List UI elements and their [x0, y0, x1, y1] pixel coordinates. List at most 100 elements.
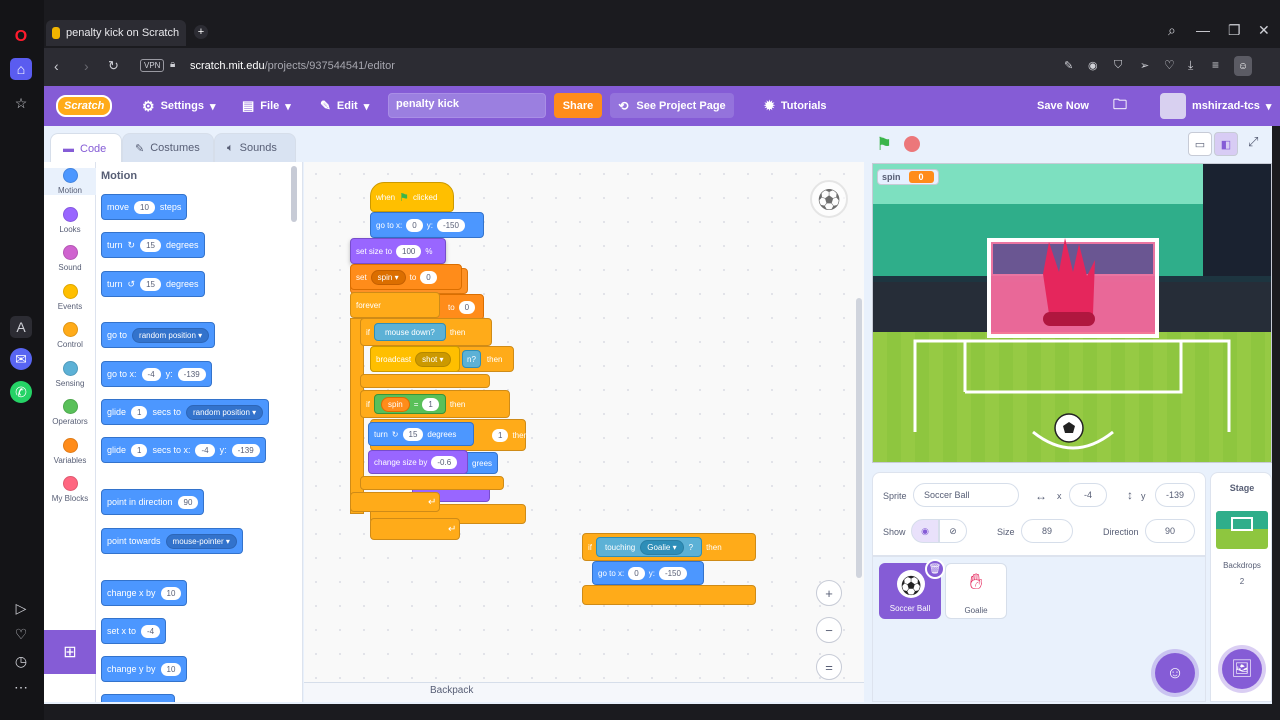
x-input[interactable]: -4	[1069, 483, 1107, 507]
change-y-input[interactable]: 10	[160, 662, 182, 676]
block-turn-right-main[interactable]: turn ↻ 15 degrees	[368, 422, 474, 446]
set-var-input[interactable]: 0	[420, 270, 437, 284]
heart-icon[interactable]: ♡	[10, 623, 32, 645]
block-glide-xy[interactable]: glide 1 secs to x: -4 y: -139	[101, 437, 266, 463]
backpack-bar[interactable]: Backpack	[304, 682, 864, 702]
variable-dropdown[interactable]: spin ▾	[370, 269, 406, 285]
close-window-icon[interactable]: ✕	[1258, 22, 1270, 39]
category-operators[interactable]: Operators	[44, 399, 96, 426]
stage-canvas[interactable]: spin 0	[872, 163, 1272, 463]
aria-icon[interactable]: A	[10, 316, 32, 338]
file-menu[interactable]: ▤ File ▾	[242, 86, 291, 126]
variable-monitor[interactable]: spin 0	[877, 169, 939, 185]
reload-icon[interactable]: ↻	[108, 58, 119, 74]
block-move[interactable]: move 10 steps	[101, 194, 188, 220]
url-field[interactable]: scratch.mit.edu/projects/937544541/edito…	[190, 60, 395, 72]
scratch-logo[interactable]: Scratch	[56, 86, 113, 126]
block-glide-to[interactable]: glide 1 secs to random position ▾	[101, 399, 270, 425]
restore-icon[interactable]: ❐	[1228, 22, 1241, 39]
block-if-touching[interactable]: if touching Goalie ▾? then	[582, 533, 756, 561]
category-my-blocks[interactable]: My Blocks	[44, 476, 96, 503]
choose-backdrop-button[interactable]: 🖼︎	[1222, 649, 1262, 689]
small-stage-icon[interactable]: ▭	[1188, 132, 1212, 156]
zoom-out-button[interactable]: −	[816, 617, 842, 643]
messenger-icon[interactable]: ✉	[10, 348, 32, 370]
opera-logo-icon[interactable]: O	[10, 26, 32, 48]
camera-icon[interactable]: ◉	[1088, 59, 1098, 72]
go-to-x-input[interactable]: -4	[141, 367, 161, 381]
palette-scrollbar[interactable]	[291, 166, 297, 222]
green-flag-icon[interactable]: ⚑	[876, 134, 892, 155]
choose-sprite-button[interactable]: ☺	[1155, 653, 1195, 693]
block-when-flag-clicked[interactable]: when ⚑ clicked	[370, 182, 454, 212]
direction-input[interactable]: 90	[1145, 519, 1195, 543]
main-goto-x-input[interactable]: 0	[406, 218, 423, 232]
lock-icon[interactable]: 🔒︎	[170, 59, 175, 70]
move-steps-input[interactable]: 10	[134, 200, 155, 214]
block-set-variable[interactable]: set spin ▾ to 0	[350, 264, 462, 290]
category-control[interactable]: Control	[44, 322, 96, 349]
save-now-button[interactable]: Save Now	[1037, 86, 1089, 126]
block-set-y-partial[interactable]	[101, 694, 175, 702]
tab-sounds[interactable]: 🔈︎ Sounds	[214, 133, 296, 163]
sprite-name-input[interactable]: Soccer Ball	[913, 483, 1019, 507]
block-turn-right[interactable]: turn ↻ 15 degrees	[101, 232, 205, 258]
code-workspace[interactable]: to 0 n? then 1 then grees ↵ when ⚑ clicked go…	[304, 162, 864, 702]
vpn-badge[interactable]: VPN	[140, 59, 165, 72]
category-motion[interactable]: Motion	[44, 168, 96, 195]
block-go-to-xy-main[interactable]: go to x: 0 y: -150	[370, 212, 484, 238]
category-sound[interactable]: Sound	[44, 245, 96, 272]
point-towards-dropdown[interactable]: mouse-pointer ▾	[165, 533, 237, 549]
forward-icon[interactable]: ›	[84, 58, 89, 74]
y-input[interactable]: -139	[1155, 483, 1195, 507]
share-button[interactable]: Share	[554, 93, 602, 118]
turn-right-input[interactable]: 15	[140, 238, 161, 252]
minimize-icon[interactable]: —	[1196, 22, 1210, 38]
block-turn-left[interactable]: turn ↺ 15 degrees	[101, 271, 205, 297]
block-broadcast[interactable]: broadcast shot ▾	[370, 346, 460, 372]
menu-icon[interactable]: ≡	[1212, 58, 1219, 72]
stop-icon[interactable]	[904, 136, 920, 152]
download-icon[interactable]: ⤓	[1188, 58, 1193, 73]
main-goto-y-input[interactable]: -150	[436, 218, 465, 232]
turn-left-input[interactable]: 15	[140, 277, 161, 291]
set-x-input[interactable]: -4	[141, 624, 161, 638]
block-change-y[interactable]: change y by 10	[101, 656, 188, 682]
send-icon[interactable]: ➢	[1140, 59, 1149, 72]
mouse-down-condition[interactable]: mouse down?	[374, 323, 446, 341]
block-go-to-xy[interactable]: go to x: -4 y: -139	[101, 361, 212, 387]
project-title-input[interactable]: penalty kick	[388, 93, 546, 118]
glide-secs-input[interactable]: 1	[131, 405, 148, 419]
script-bg-forever-end[interactable]: ↵	[370, 518, 460, 540]
block-point-towards[interactable]: point towards mouse-pointer ▾	[101, 528, 243, 554]
my-stuff-folder-icon[interactable]: 🗀︎	[1113, 86, 1127, 126]
touch-goto-y-input[interactable]: -150	[658, 566, 687, 580]
settings-menu[interactable]: ⚙ Settings ▾	[142, 86, 216, 126]
block-change-x[interactable]: change x by 10	[101, 580, 188, 606]
stage-selector[interactable]: Stage Backdrops 2 🖼︎	[1210, 472, 1272, 702]
block-go-to-xy-touch[interactable]: go to x: 0 y: -150	[592, 561, 704, 585]
block-set-size-dragging[interactable]: set size to 100%	[350, 238, 446, 264]
block-go-to[interactable]: go to random position ▾	[101, 322, 216, 348]
glide-xy-secs-input[interactable]: 1	[131, 443, 148, 457]
equals-value-input[interactable]: 1	[422, 397, 439, 411]
shield-icon[interactable]: ⛉	[1114, 59, 1122, 72]
block-point-in-direction[interactable]: point in direction 90	[101, 489, 205, 515]
edit-page-icon[interactable]: ✎	[1064, 59, 1073, 72]
edit-menu[interactable]: ✎ Edit ▾	[320, 86, 369, 126]
extension-button[interactable]: ⊞	[44, 630, 96, 674]
see-project-page-button[interactable]: ⟲ See Project Page	[610, 93, 734, 118]
glide-y-input[interactable]: -139	[231, 443, 260, 457]
browser-tab[interactable]: penalty kick on Scratch	[46, 20, 186, 46]
profile-icon[interactable]: ☺	[1234, 56, 1252, 76]
size-input[interactable]: 89	[1021, 519, 1073, 543]
category-events[interactable]: Events	[44, 283, 96, 311]
backdrop-thumbnail[interactable]	[1216, 511, 1268, 549]
glide-x-input[interactable]: -4	[195, 443, 215, 457]
tab-code[interactable]: ▬ Code	[50, 133, 122, 163]
more-icon[interactable]: ⋯	[10, 676, 32, 698]
set-size-input[interactable]: 100	[396, 244, 422, 258]
whatsapp-icon[interactable]: ✆	[10, 381, 32, 403]
home-icon[interactable]: ⌂	[10, 58, 32, 80]
glide-dropdown[interactable]: random position ▾	[185, 404, 264, 420]
